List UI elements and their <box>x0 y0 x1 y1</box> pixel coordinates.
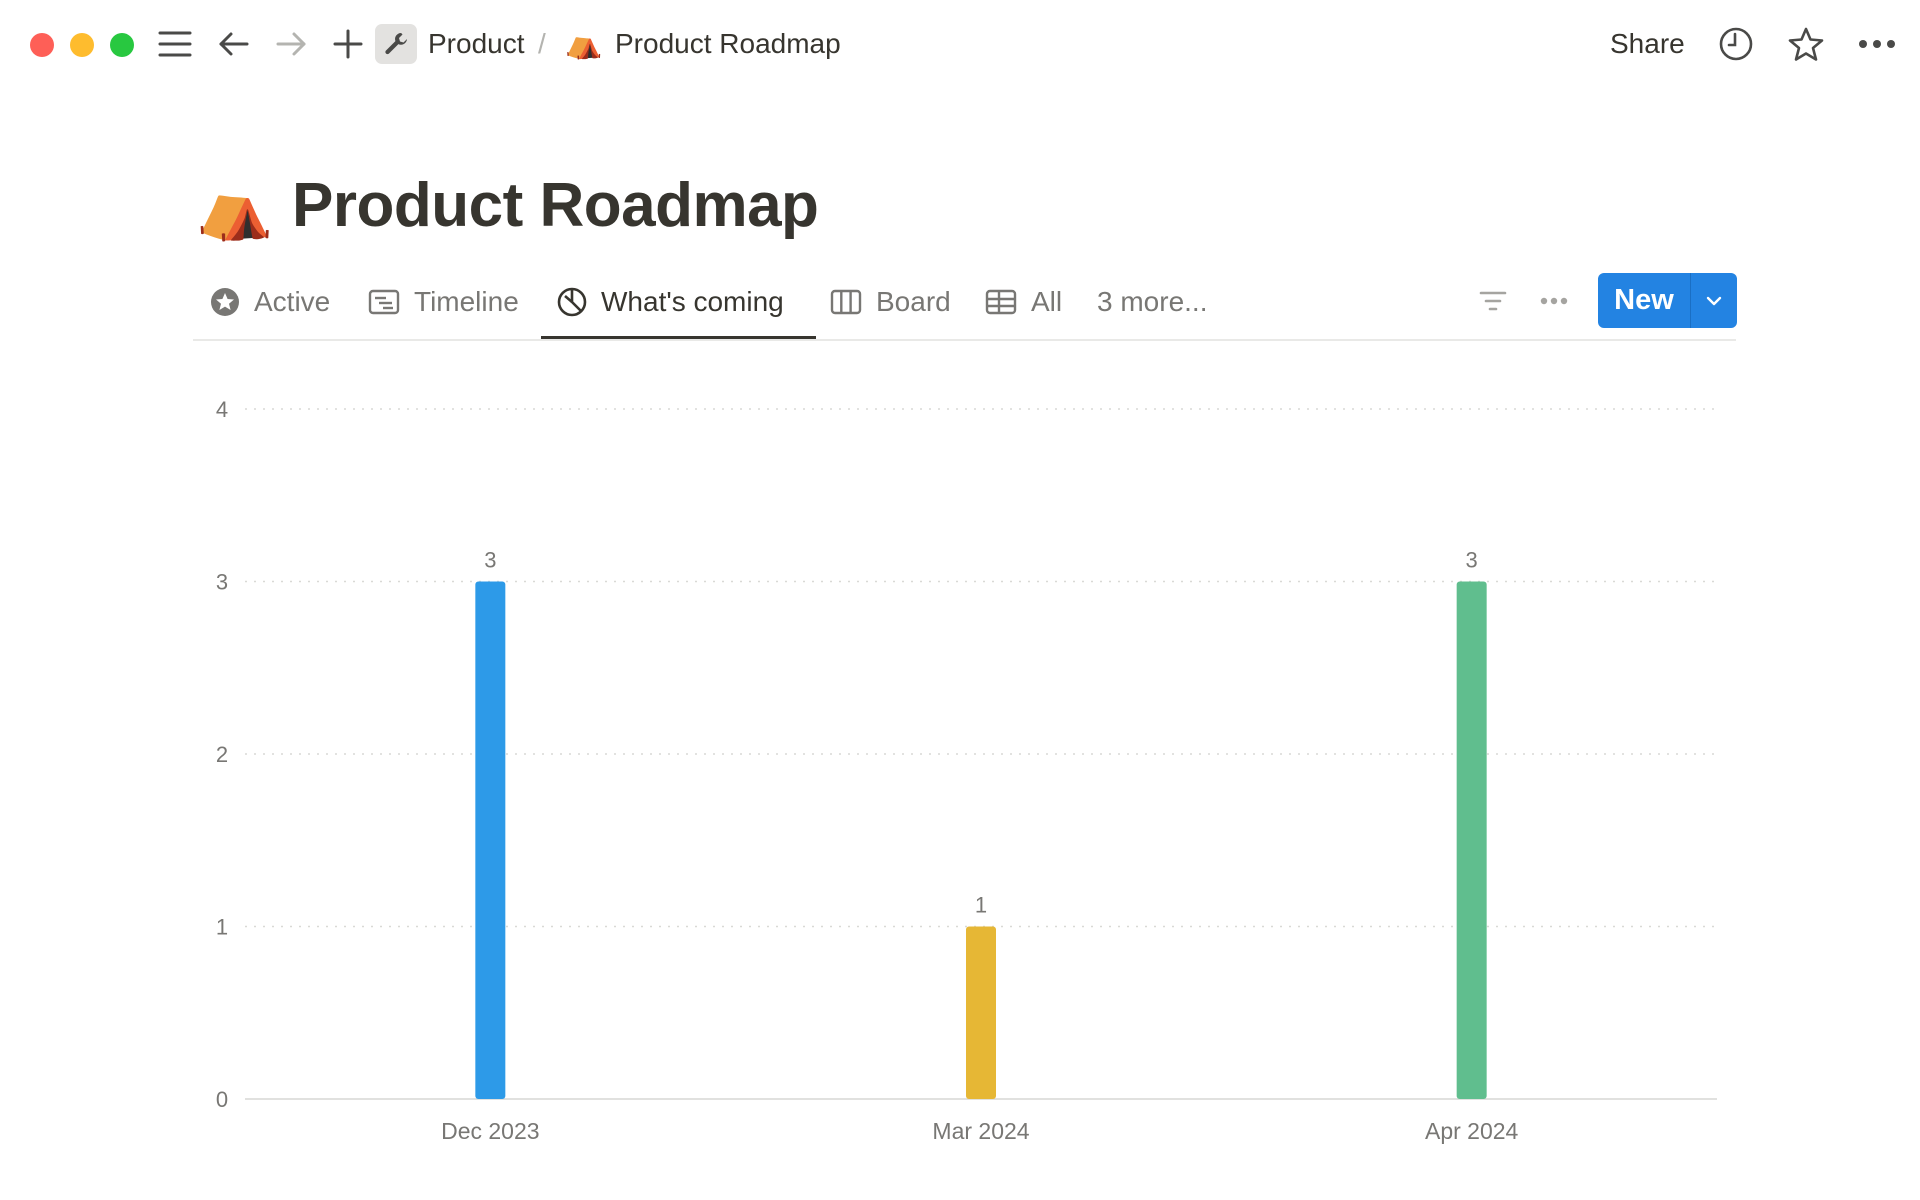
y-tick-label: 0 <box>216 1087 228 1112</box>
bar-chart: 0 1 2 3 4 3 Dec 2023 1 Mar 2024 3 Apr 2024 <box>216 397 1717 1144</box>
x-tick-label: Dec 2023 <box>441 1118 539 1144</box>
x-tick-label: Apr 2024 <box>1425 1118 1519 1144</box>
bar-dec-2023[interactable] <box>475 581 506 1100</box>
data-label: 1 <box>975 893 987 918</box>
y-tick-label: 3 <box>216 570 228 595</box>
y-tick-label: 1 <box>216 915 228 940</box>
data-label: 3 <box>484 548 496 573</box>
bar-mar-2024[interactable] <box>966 926 996 1100</box>
y-tick-label: 2 <box>216 742 228 767</box>
bar-apr-2024[interactable] <box>1456 581 1487 1100</box>
data-label: 3 <box>1466 548 1478 573</box>
y-tick-label: 4 <box>216 397 228 422</box>
x-tick-label: Mar 2024 <box>932 1118 1029 1144</box>
